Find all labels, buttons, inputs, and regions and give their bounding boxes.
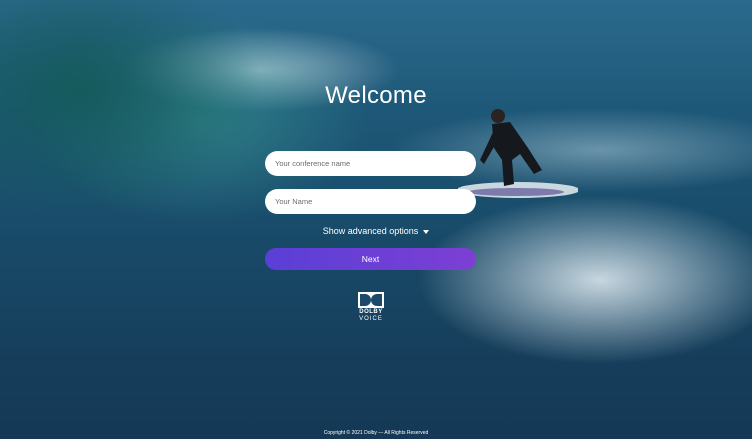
advanced-options-label: Show advanced options	[322, 226, 419, 236]
logo-text-voice: VOICE	[359, 316, 383, 322]
dolby-double-d-icon	[358, 292, 384, 308]
chevron-down-icon	[423, 229, 430, 234]
next-button[interactable]: Next	[265, 248, 476, 270]
copyright-text: Copyright © 2021 Dolby — All Rights Rese…	[323, 430, 429, 436]
show-advanced-options-toggle[interactable]: Show advanced options	[0, 226, 752, 236]
your-name-input[interactable]	[265, 189, 476, 214]
logo-text-dolby: DOLBY	[359, 309, 383, 315]
background-image	[0, 0, 752, 439]
conference-name-input[interactable]	[265, 151, 476, 176]
surfer-image	[458, 109, 578, 198]
dolby-voice-logo: DOLBY VOICE	[354, 292, 388, 323]
page-title: Welcome	[325, 82, 427, 109]
